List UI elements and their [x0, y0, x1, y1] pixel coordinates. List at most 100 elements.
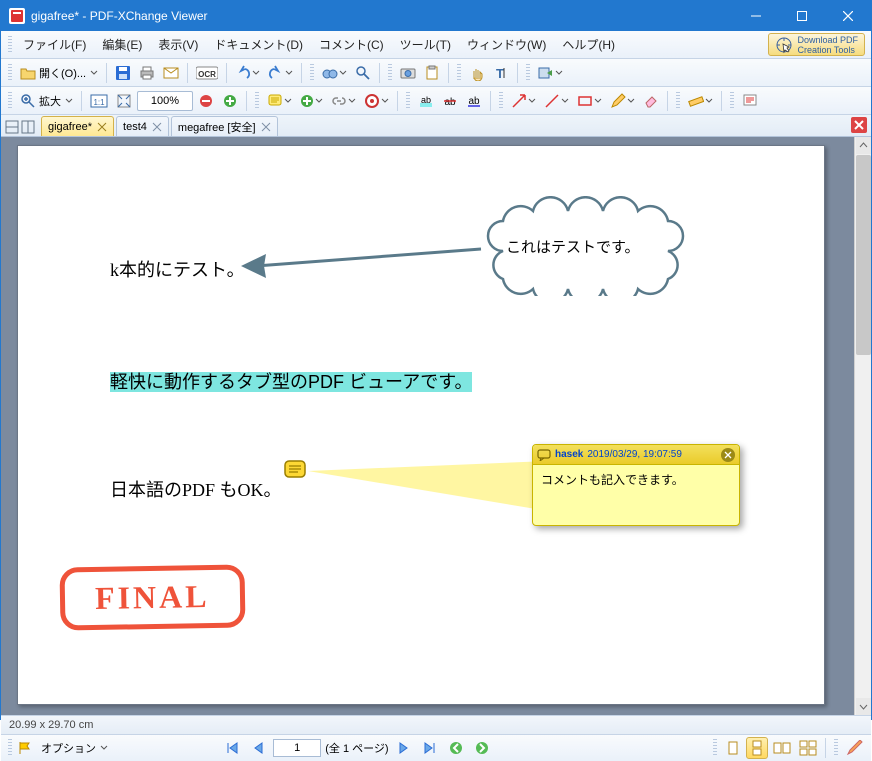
close-tab-icon[interactable] — [261, 122, 271, 132]
prev-page-button[interactable] — [247, 737, 269, 759]
link-tool[interactable] — [328, 90, 359, 112]
close-all-tabs-button[interactable] — [851, 117, 867, 133]
grip[interactable] — [834, 739, 838, 757]
flag-icon[interactable] — [18, 741, 32, 755]
zoom-out-button[interactable] — [195, 90, 217, 112]
highlighter-button[interactable] — [843, 737, 867, 759]
page-number-input[interactable] — [273, 739, 321, 757]
grip[interactable] — [406, 92, 410, 110]
strikeout-tool[interactable]: ab — [439, 90, 461, 112]
zoom-in-button[interactable] — [219, 90, 241, 112]
grip[interactable] — [8, 36, 12, 54]
page-viewport[interactable]: これはテストです。 k本的にテスト。 軽快に動作するタブ型のPDF ビューアです… — [1, 137, 854, 715]
last-page-button[interactable] — [419, 737, 441, 759]
grip[interactable] — [499, 92, 503, 110]
menu-document[interactable]: ドキュメント(D) — [206, 33, 311, 56]
grip[interactable] — [713, 739, 717, 757]
clipboard-button[interactable] — [421, 62, 443, 84]
add-tool[interactable] — [297, 90, 326, 112]
hand-tool-button[interactable] — [466, 62, 488, 84]
undo-button[interactable] — [232, 62, 263, 84]
grip[interactable] — [310, 64, 314, 82]
grip[interactable] — [457, 64, 461, 82]
zoom-input[interactable] — [137, 91, 193, 111]
close-tab-icon[interactable] — [97, 122, 107, 132]
comment-body[interactable]: コメントも記入できます。 — [533, 465, 739, 525]
underline-tool[interactable]: ab — [463, 90, 485, 112]
nav-back-button[interactable] — [445, 737, 467, 759]
options-button[interactable]: オプション — [35, 737, 111, 759]
highlight-annotation[interactable]: 軽快に動作するタブ型のPDF ビューアです。 — [110, 372, 472, 392]
tab-megafree[interactable]: megafree [安全] — [171, 116, 278, 136]
sticky-note-icon[interactable] — [284, 460, 306, 480]
pencil-tool[interactable] — [607, 90, 638, 112]
maximize-button[interactable] — [779, 1, 825, 31]
grip[interactable] — [676, 92, 680, 110]
tab-gigafree[interactable]: gigafree* — [41, 116, 114, 136]
redo-button[interactable] — [265, 62, 296, 84]
find-button[interactable] — [319, 62, 350, 84]
arrow-tool[interactable] — [508, 90, 539, 112]
stamp-annotation[interactable]: FINAL — [59, 564, 245, 630]
grip[interactable] — [8, 92, 12, 110]
layout-continuous-button[interactable] — [746, 737, 768, 759]
download-pdf-tools-button[interactable]: Download PDF Creation Tools — [768, 33, 865, 56]
select-tool-button[interactable]: T — [490, 62, 512, 84]
open-button[interactable]: 開く(O)... — [17, 62, 101, 84]
email-button[interactable] — [160, 62, 182, 84]
grip[interactable] — [8, 64, 12, 82]
measure-tool[interactable] — [685, 90, 716, 112]
highlight-tool[interactable]: ab — [415, 90, 437, 112]
eraser-tool[interactable] — [640, 90, 662, 112]
comment-popup[interactable]: hasek 2019/03/29, 19:07:59 コメントも記入できます。 — [532, 444, 740, 526]
pane-vertical-icon[interactable] — [21, 120, 35, 134]
ocr-button[interactable]: OCR — [193, 62, 221, 84]
close-tab-icon[interactable] — [152, 122, 162, 132]
menu-tool[interactable]: ツール(T) — [392, 33, 459, 56]
actual-size-button[interactable]: 1:1 — [87, 90, 111, 112]
grip[interactable] — [255, 92, 259, 110]
binoculars-icon — [322, 65, 338, 81]
tab-test4[interactable]: test4 — [116, 116, 169, 136]
search-button[interactable] — [352, 62, 374, 84]
grip[interactable] — [730, 92, 734, 110]
sticky-note-tool[interactable] — [264, 90, 295, 112]
layout-facing-button[interactable] — [770, 737, 794, 759]
snapshot-button[interactable] — [397, 62, 419, 84]
line-tool[interactable] — [541, 90, 572, 112]
menu-window[interactable]: ウィンドウ(W) — [459, 33, 554, 56]
scroll-up-button[interactable] — [856, 137, 871, 154]
next-page-button[interactable] — [393, 737, 415, 759]
nav-forward-button[interactable] — [471, 737, 493, 759]
comment-close-button[interactable] — [721, 448, 735, 462]
comment-header[interactable]: hasek 2019/03/29, 19:07:59 — [533, 445, 739, 465]
zoom-tool-button[interactable]: 拡大 — [17, 90, 76, 112]
menu-help[interactable]: ヘルプ(H) — [554, 33, 623, 56]
fit-page-button[interactable] — [113, 90, 135, 112]
vertical-scrollbar[interactable] — [854, 137, 871, 715]
export-image-button[interactable] — [535, 62, 566, 84]
menu-file[interactable]: ファイル(F) — [15, 33, 94, 56]
scroll-down-button[interactable] — [856, 698, 871, 715]
first-page-button[interactable] — [221, 737, 243, 759]
arrow-annotation[interactable] — [236, 246, 486, 286]
show-comments-button[interactable] — [739, 90, 761, 112]
grip[interactable] — [8, 739, 12, 757]
save-button[interactable] — [112, 62, 134, 84]
pane-horizontal-icon[interactable] — [5, 120, 19, 134]
rect-tool[interactable] — [574, 90, 605, 112]
close-button[interactable] — [825, 1, 871, 31]
minimize-button[interactable] — [733, 1, 779, 31]
menu-comment[interactable]: コメント(C) — [311, 33, 392, 56]
menu-edit[interactable]: 編集(E) — [94, 33, 150, 56]
scrollbar-thumb[interactable] — [856, 155, 871, 355]
grip[interactable] — [526, 64, 530, 82]
stamp-tool[interactable] — [361, 90, 392, 112]
grip[interactable] — [388, 64, 392, 82]
menu-view[interactable]: 表示(V) — [150, 33, 206, 56]
layout-single-button[interactable] — [722, 737, 744, 759]
doc-text-3: 日本語のPDF もOK。 — [110, 476, 282, 502]
print-button[interactable] — [136, 62, 158, 84]
callout-text[interactable]: これはテストです。 — [506, 236, 640, 257]
layout-facing-continuous-button[interactable] — [796, 737, 820, 759]
